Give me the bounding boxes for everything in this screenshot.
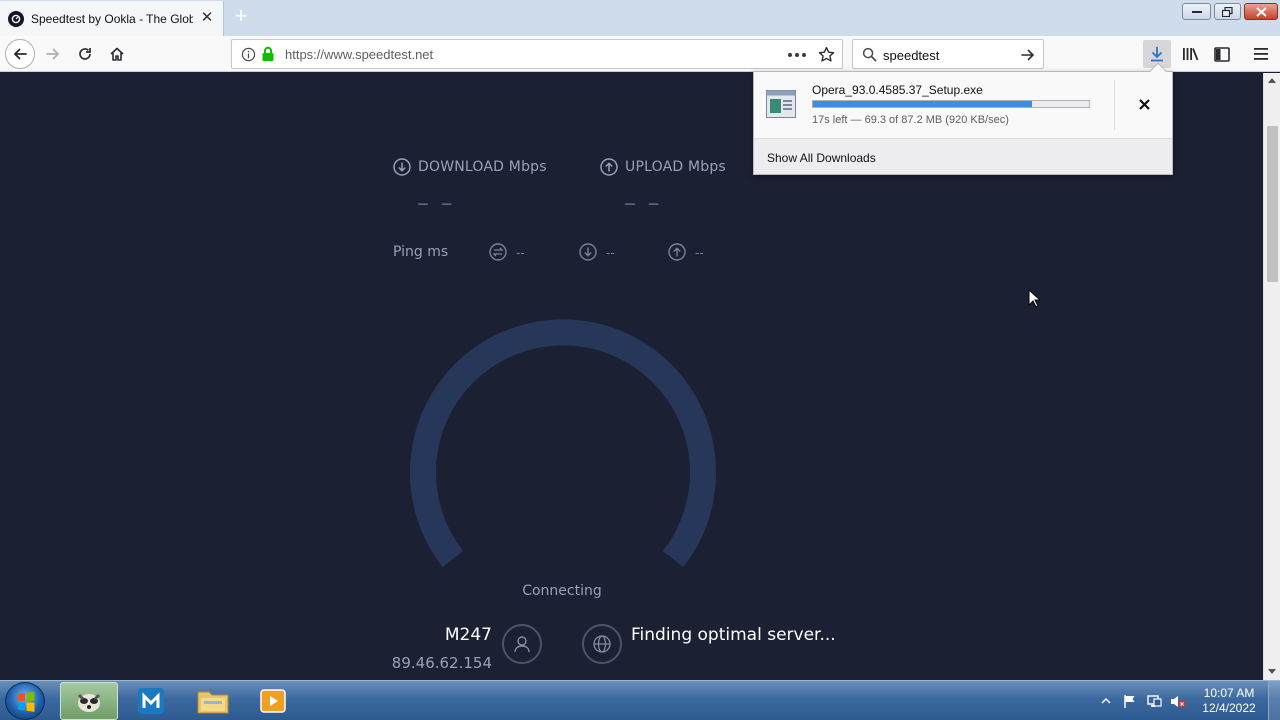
tab-title: Speedtest by Ookla - The Global Broadban… — [31, 11, 193, 26]
reload-button[interactable] — [71, 40, 99, 68]
jitter-item: -- — [489, 243, 525, 261]
forward-arrow-icon — [46, 48, 60, 60]
connection-status: Connecting — [522, 583, 602, 599]
tab-close-icon[interactable]: ✕ — [199, 10, 215, 26]
ping-upload-item: -- — [668, 243, 704, 261]
restore-button[interactable] — [1214, 3, 1241, 20]
close-icon — [1138, 98, 1150, 110]
download-item[interactable]: Opera_93.0.4585.37_Setup.exe 17s left — … — [754, 72, 1172, 138]
show-hidden-icons-icon[interactable] — [1098, 693, 1114, 709]
server-status: Finding optimal server... — [631, 625, 836, 645]
forward-button[interactable] — [39, 40, 67, 68]
gauge-track — [410, 319, 716, 568]
ping-label: Ping ms — [393, 244, 449, 260]
windows-logo-icon — [18, 691, 35, 712]
sidebar-button[interactable] — [1208, 40, 1236, 68]
new-tab-button[interactable]: + — [230, 5, 252, 29]
isp-name: M247 — [444, 625, 492, 645]
taskbar-app-explorer[interactable] — [184, 682, 242, 720]
taskbar-app-raccoon[interactable] — [60, 682, 118, 720]
scroll-up-arrow-icon[interactable] — [1268, 78, 1276, 83]
minimize-button[interactable] — [1182, 3, 1211, 20]
globe-icon[interactable] — [582, 624, 622, 664]
raccoon-app-icon — [77, 693, 101, 712]
home-button[interactable] — [103, 40, 131, 68]
taskbar-app-maxthon[interactable] — [122, 682, 180, 720]
title-bar: Speedtest by Ookla - The Global Broadban… — [0, 0, 1280, 36]
page-scrollbar[interactable] — [1263, 73, 1280, 680]
download-status: 17s left — 69.3 of 87.2 MB (920 KB/sec) — [812, 114, 1009, 126]
download-label: DOWNLOAD Mbps — [418, 159, 547, 175]
search-input[interactable] — [883, 46, 1013, 64]
menu-button[interactable] — [1247, 40, 1275, 68]
scroll-thumb[interactable] — [1267, 126, 1278, 282]
search-go-arrow-icon[interactable] — [1020, 47, 1036, 63]
divider — [1114, 80, 1115, 130]
download-arrow-icon — [1151, 46, 1163, 62]
upload-label: UPLOAD Mbps — [625, 159, 726, 175]
clock-date: 12/4/2022 — [1202, 701, 1256, 715]
network-icon[interactable] — [1146, 693, 1162, 709]
system-clock[interactable]: 10:07 AM 12/4/2022 — [1196, 686, 1262, 716]
user-icon[interactable] — [502, 624, 542, 664]
show-all-downloads-label: Show All Downloads — [767, 151, 876, 165]
browser-tab[interactable]: Speedtest by Ookla - The Global Broadban… — [0, 1, 224, 36]
show-all-downloads-button[interactable]: Show All Downloads — [754, 138, 1172, 174]
ping-download-value: -- — [606, 244, 615, 260]
show-desktop-button[interactable] — [1268, 681, 1280, 720]
start-button[interactable] — [5, 682, 45, 720]
navigation-toolbar: https://www.speedtest.net — [0, 36, 1280, 72]
ping-upload-value: -- — [695, 244, 704, 260]
page-actions-icon[interactable] — [788, 53, 806, 57]
back-button[interactable] — [5, 39, 35, 69]
taskbar-app-media-player[interactable] — [244, 682, 302, 720]
installer-file-icon — [766, 90, 796, 118]
windows-taskbar: 10:07 AM 12/4/2022 — [0, 680, 1280, 720]
download-progress-bar — [812, 100, 1090, 108]
scroll-down-arrow-icon[interactable] — [1268, 669, 1276, 674]
upload-value: – – — [624, 189, 662, 217]
speedtest-favicon-icon — [8, 10, 24, 27]
ping-download-item: -- — [579, 243, 615, 261]
download-metric-header: DOWNLOAD Mbps — [393, 158, 547, 176]
download-progress-fill — [813, 101, 1033, 107]
download-circle-icon — [393, 158, 411, 176]
lock-icon[interactable] — [261, 46, 275, 62]
address-bar[interactable]: https://www.speedtest.net — [231, 39, 843, 69]
jitter-value: -- — [516, 244, 525, 260]
clock-time: 10:07 AM — [1203, 686, 1255, 700]
back-arrow-icon — [13, 48, 27, 60]
volume-muted-icon[interactable] — [1170, 693, 1186, 709]
search-icon — [862, 47, 877, 62]
maxthon-browser-icon — [138, 688, 164, 714]
jitter-icon — [489, 243, 507, 261]
ping-upload-icon — [668, 243, 686, 261]
ping-download-icon — [579, 243, 597, 261]
info-icon[interactable] — [241, 47, 256, 62]
downloads-panel: Opera_93.0.4585.37_Setup.exe 17s left — … — [753, 62, 1173, 175]
library-icon — [1182, 48, 1198, 61]
home-icon — [110, 47, 124, 61]
media-player-icon — [260, 689, 286, 713]
sidebar-icon — [1214, 46, 1230, 62]
close-window-button[interactable] — [1244, 3, 1278, 20]
folder-icon — [197, 691, 229, 714]
bookmark-star-icon[interactable] — [818, 46, 835, 63]
search-bar[interactable] — [852, 39, 1044, 69]
hamburger-menu-icon — [1254, 48, 1268, 60]
speed-gauge — [410, 319, 716, 568]
url-text[interactable]: https://www.speedtest.net — [285, 47, 433, 62]
library-button[interactable] — [1176, 40, 1204, 68]
download-value: – – — [417, 189, 455, 217]
isp-ip-address: 89.46.62.154 — [391, 654, 492, 672]
reload-icon — [79, 48, 91, 60]
mouse-cursor-icon — [1028, 289, 1040, 308]
action-center-flag-icon[interactable] — [1122, 693, 1138, 709]
download-file-name: Opera_93.0.4585.37_Setup.exe — [812, 83, 983, 97]
upload-metric-header: UPLOAD Mbps — [600, 158, 726, 176]
upload-circle-icon — [600, 158, 618, 176]
cancel-download-button[interactable] — [1134, 94, 1154, 114]
